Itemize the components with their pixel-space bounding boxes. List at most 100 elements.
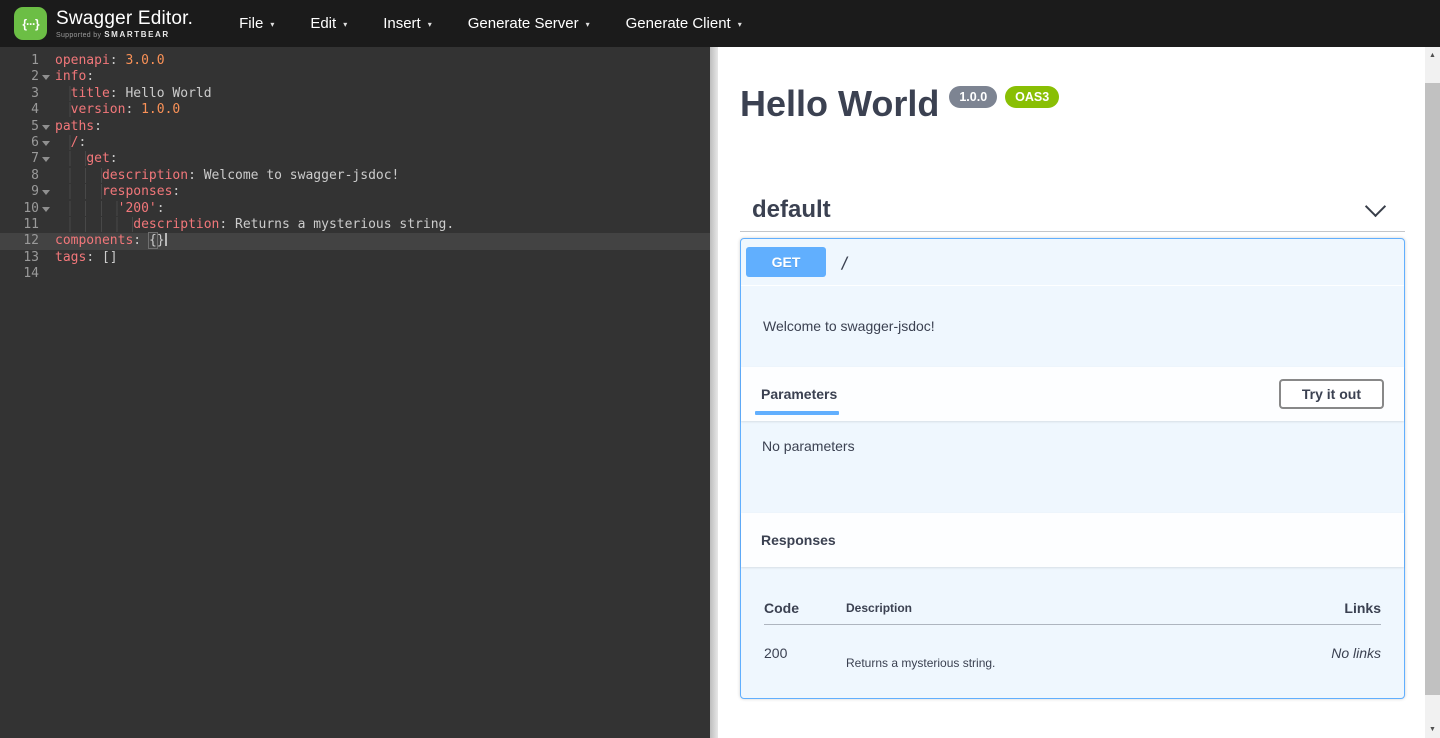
response-description: Returns a mysterious string. xyxy=(846,625,1261,671)
parameters-section-header: Parameters Try it out xyxy=(741,367,1404,421)
fold-arrow-icon[interactable] xyxy=(42,157,50,162)
editor-gutter-cell[interactable]: 2 xyxy=(0,69,52,85)
code-text: version: 1.0.0 xyxy=(55,102,180,118)
editor-line[interactable]: 10 '200': xyxy=(0,201,710,217)
api-docs-pane: Hello World 1.0.0 OAS3 default GET / Wel… xyxy=(718,47,1425,738)
editor-line[interactable]: 9 responses: xyxy=(0,184,710,200)
editor-gutter-cell[interactable]: 5 xyxy=(0,119,52,135)
http-method-badge: GET xyxy=(746,247,826,277)
editor-gutter-cell[interactable]: 13 xyxy=(0,250,52,266)
editor-gutter-cell[interactable]: 10 xyxy=(0,201,52,217)
editor-line[interactable]: 6 /: xyxy=(0,135,710,151)
editor-line[interactable]: 1 openapi: 3.0.0 xyxy=(0,53,710,69)
fold-arrow-icon[interactable] xyxy=(42,125,50,130)
topbar: {···} Swagger Editor. Supported bySMARTB… xyxy=(0,0,1440,47)
menu-insert[interactable]: Insert ▾ xyxy=(365,0,450,47)
code-text: get: xyxy=(55,151,118,167)
brand-title: Swagger Editor. xyxy=(56,8,193,29)
editor-line[interactable]: 7 get: xyxy=(0,151,710,167)
editor-gutter-cell[interactable]: 4 xyxy=(0,102,52,118)
responses-wrapper: Code Description Links 200 Returns a mys… xyxy=(741,567,1404,698)
tag-section-header[interactable]: default xyxy=(740,189,1405,232)
editor-line[interactable]: 5paths: xyxy=(0,119,710,135)
parameters-tab[interactable]: Parameters xyxy=(761,386,837,402)
line-number: 12 xyxy=(23,233,39,249)
editor-line[interactable]: 4 version: 1.0.0 xyxy=(0,102,710,118)
caret-down-icon: ▾ xyxy=(343,18,347,29)
editor-gutter-cell[interactable]: 6 xyxy=(0,135,52,151)
code-text: title: Hello World xyxy=(55,86,212,102)
editor-line[interactable]: 8 description: Welcome to swagger-jsdoc! xyxy=(0,168,710,184)
code-text: paths: xyxy=(55,119,102,135)
editor-line[interactable]: 13tags: [] xyxy=(0,250,710,266)
editor-gutter-cell[interactable]: 14 xyxy=(0,266,52,282)
editor-gutter-cell[interactable]: 3 xyxy=(0,86,52,102)
supported-by-label: Supported by xyxy=(56,32,101,39)
smartbear-label: SMARTBEAR xyxy=(104,30,170,39)
oas3-badge: OAS3 xyxy=(1005,86,1059,108)
code-text: /: xyxy=(55,135,86,151)
tag-section: default GET / Welcome to swagger-jsdoc! … xyxy=(740,189,1405,699)
menu-insert-label: Insert xyxy=(383,15,421,32)
operation-path: / xyxy=(840,253,850,272)
line-number: 7 xyxy=(31,151,39,167)
scroll-up-icon[interactable]: ▲ xyxy=(1425,47,1440,64)
operation-summary[interactable]: GET / xyxy=(741,239,1404,286)
line-number: 3 xyxy=(31,86,39,102)
scrollbar[interactable]: ▲ ▼ xyxy=(1425,47,1440,738)
menu-file[interactable]: File ▾ xyxy=(221,0,292,47)
menu-generate-server[interactable]: Generate Server ▾ xyxy=(450,0,608,47)
caret-down-icon: ▾ xyxy=(738,18,742,29)
caret-down-icon: ▾ xyxy=(270,18,274,29)
code-text: description: Returns a mysterious string… xyxy=(55,217,454,233)
fold-arrow-icon[interactable] xyxy=(42,75,50,80)
line-number: 4 xyxy=(31,102,39,118)
operation-block: GET / Welcome to swagger-jsdoc! Paramete… xyxy=(740,238,1405,699)
code-text: '200': xyxy=(55,201,165,217)
editor-gutter-cell[interactable]: 9 xyxy=(0,184,52,200)
responses-table: Code Description Links 200 Returns a mys… xyxy=(764,567,1381,670)
editor-line[interactable]: 2info: xyxy=(0,69,710,85)
responses-title: Responses xyxy=(761,532,836,548)
swagger-logo-icon: {···} xyxy=(14,7,47,40)
line-number: 8 xyxy=(31,168,39,184)
menu-edit[interactable]: Edit ▾ xyxy=(292,0,365,47)
editor-line[interactable]: 14 xyxy=(0,266,710,282)
editor-line[interactable]: 3 title: Hello World xyxy=(0,86,710,102)
menu-file-label: File xyxy=(239,15,263,32)
code-text: openapi: 3.0.0 xyxy=(55,53,165,69)
code-text: responses: xyxy=(55,184,180,200)
brand-subtitle: Supported bySMARTBEAR xyxy=(56,30,193,39)
api-title: Hello World xyxy=(740,82,939,125)
editor-line[interactable]: 12components: {} xyxy=(0,233,710,249)
editor-gutter-cell[interactable]: 7 xyxy=(0,151,52,167)
try-it-out-button[interactable]: Try it out xyxy=(1279,379,1384,409)
chevron-down-icon[interactable] xyxy=(1365,196,1386,217)
scrollbar-thumb[interactable] xyxy=(1425,83,1440,695)
fold-arrow-icon[interactable] xyxy=(42,141,50,146)
menu-edit-label: Edit xyxy=(310,15,336,32)
line-number: 13 xyxy=(23,250,39,266)
responses-header-description: Description xyxy=(846,567,1261,625)
menu-generate-server-label: Generate Server xyxy=(468,15,579,32)
menubar: File ▾ Edit ▾ Insert ▾ Generate Server ▾… xyxy=(221,0,760,47)
menu-generate-client[interactable]: Generate Client ▾ xyxy=(608,0,760,47)
fold-arrow-icon[interactable] xyxy=(42,207,50,212)
fold-arrow-icon[interactable] xyxy=(42,190,50,195)
code-text: description: Welcome to swagger-jsdoc! xyxy=(55,168,399,184)
editor-gutter-cell[interactable]: 8 xyxy=(0,168,52,184)
editor-gutter-cell[interactable]: 1 xyxy=(0,53,52,69)
line-number: 10 xyxy=(23,201,39,217)
line-number: 11 xyxy=(23,217,39,233)
line-number: 1 xyxy=(31,53,39,69)
editor-gutter-cell[interactable]: 11 xyxy=(0,217,52,233)
version-badge: 1.0.0 xyxy=(949,86,997,108)
response-row: 200 Returns a mysterious string. No link… xyxy=(764,625,1381,671)
code-text: info: xyxy=(55,69,94,85)
yaml-editor[interactable]: 1openapi: 3.0.02info:3 title: Hello Worl… xyxy=(0,47,710,738)
editor-gutter-cell[interactable]: 12 xyxy=(0,233,52,249)
editor-line[interactable]: 11 description: Returns a mysterious str… xyxy=(0,217,710,233)
pane-splitter[interactable] xyxy=(710,47,718,738)
scroll-down-icon[interactable]: ▼ xyxy=(1425,721,1440,738)
operation-description: Welcome to swagger-jsdoc! xyxy=(741,286,1404,367)
